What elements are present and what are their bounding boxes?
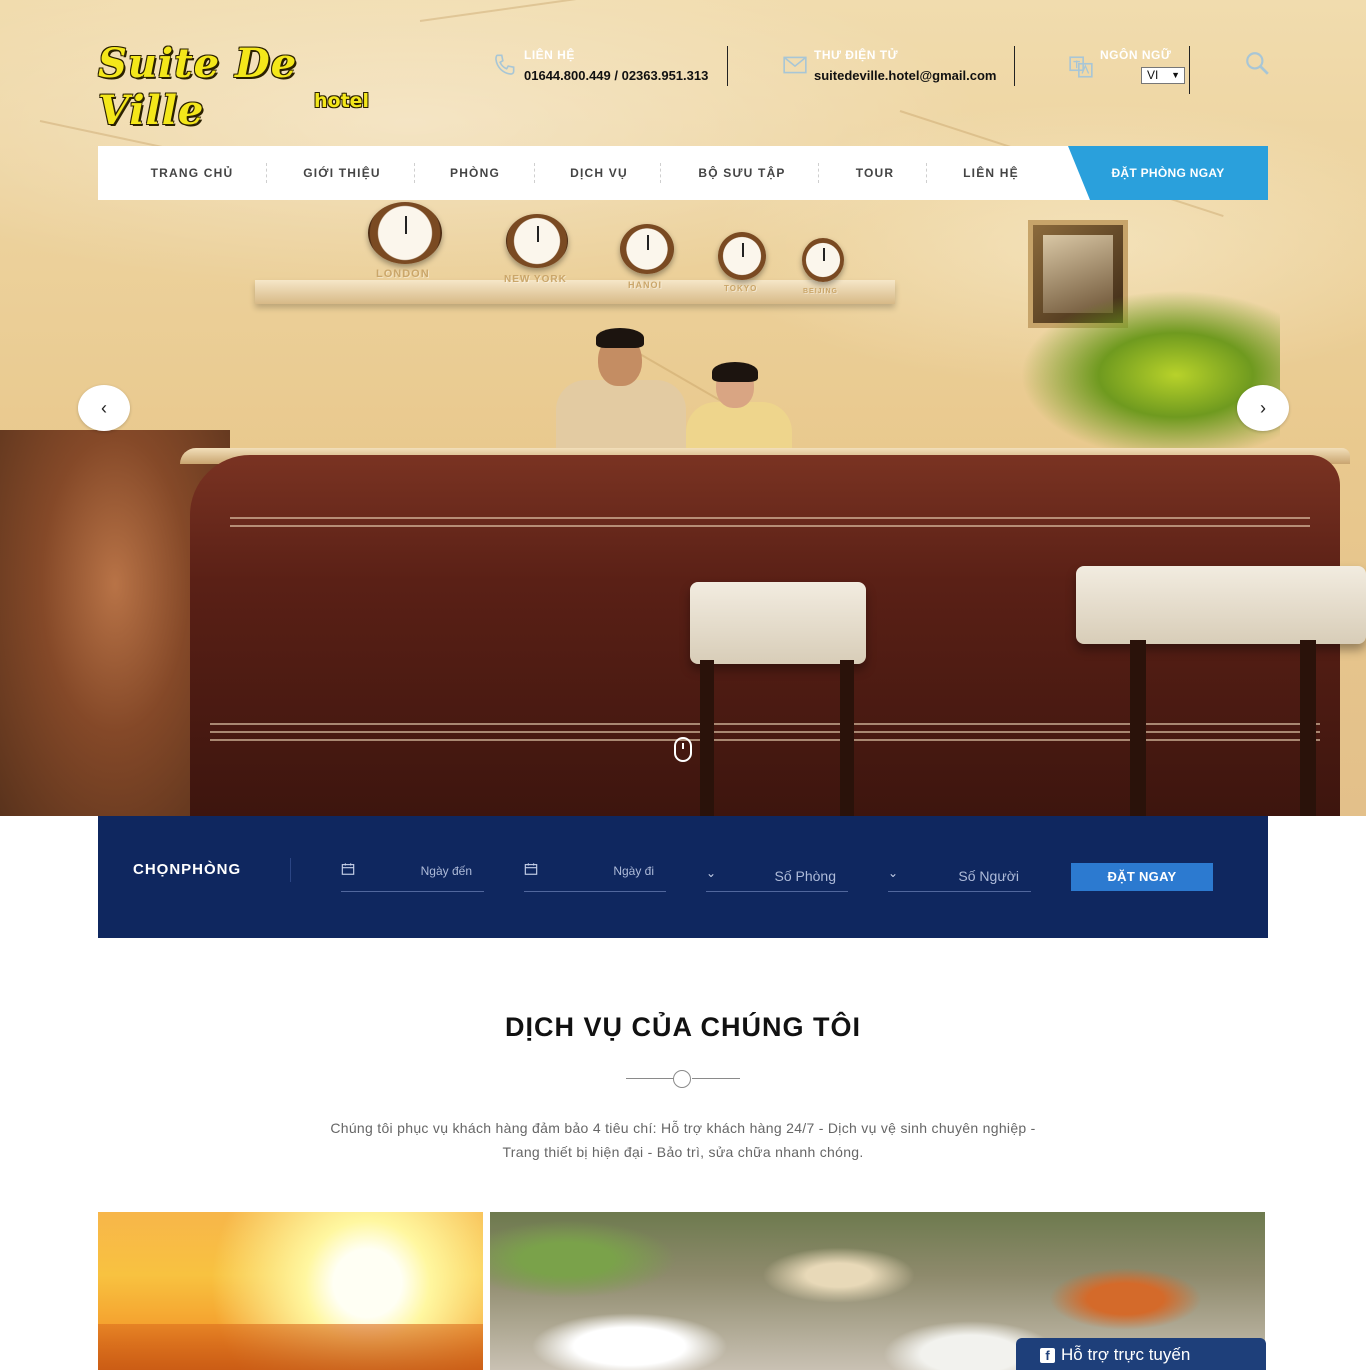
marble-texture: [419, 0, 678, 22]
nav-item-rooms[interactable]: PHÒNG: [430, 146, 520, 200]
nav-item-tour[interactable]: TOUR: [838, 146, 912, 200]
booking-divider: [290, 858, 291, 882]
services-description: Chúng tôi phục vụ khách hàng đảm bảo 4 t…: [330, 1120, 1036, 1160]
slider-prev-button[interactable]: ‹: [78, 385, 130, 431]
nav-item-home[interactable]: TRANG CHỦ: [138, 146, 246, 200]
logo-sub-text: hotel: [314, 90, 370, 112]
slider-next-button[interactable]: ›: [1237, 385, 1289, 431]
translate-icon: [1069, 56, 1093, 78]
title-divider: [626, 1070, 740, 1088]
clock-label-london: LONDON: [376, 268, 430, 280]
mail-icon: [783, 56, 807, 74]
header-language: NGÔN NGỮ VI ▼: [1068, 46, 1190, 94]
hero-section: Suite De Ville hotel LIÊN HỆ 01644.800.4…: [0, 0, 1366, 816]
logo[interactable]: Suite De Ville hotel: [98, 40, 378, 134]
book-submit-button[interactable]: ĐẶT NGAY: [1071, 863, 1213, 891]
chevron-down-icon: ⌄: [706, 866, 717, 880]
clock-icon: [718, 232, 766, 280]
flower-arrangement: [1020, 290, 1280, 460]
wall-shelf: [255, 280, 895, 304]
chevron-down-icon: ▼: [1171, 70, 1180, 80]
search-icon[interactable]: [1244, 50, 1270, 76]
language-selected: VI: [1147, 68, 1159, 82]
online-support-label: Hỗ trợ trực tuyến: [1061, 1345, 1191, 1364]
email-label: THƯ ĐIỆN TỬ: [814, 48, 899, 62]
facebook-icon: f: [1040, 1348, 1055, 1363]
guests-select[interactable]: ⌄ Số Người: [888, 860, 1031, 892]
nav-item-gallery[interactable]: BỘ SƯU TẬP: [682, 146, 802, 200]
scroll-mouse-icon[interactable]: [674, 737, 692, 762]
arrival-date-field[interactable]: Ngày đến: [341, 860, 484, 892]
arrival-date-placeholder: Ngày đến: [420, 864, 472, 878]
guests-placeholder: Số Người: [958, 868, 1019, 884]
book-now-button[interactable]: ĐẶT PHÒNG NGAY: [1068, 146, 1268, 200]
email-address[interactable]: suitedeville.hotel@gmail.com: [814, 68, 996, 83]
nav-item-about[interactable]: GIỚI THIỆU: [288, 146, 396, 200]
booking-bar: CHỌNPHÒNG Ngày đến Ngày đi ⌄ Số Phòng ⌄ …: [98, 816, 1268, 938]
header-contact: LIÊN HỆ 01644.800.449 / 02363.951.313: [492, 46, 728, 86]
calendar-icon: [341, 863, 355, 875]
main-nav: TRANG CHỦ GIỚI THIỆU PHÒNG DỊCH VỤ BỘ SƯ…: [98, 146, 1268, 200]
header-email: THƯ ĐIỆN TỬ suitedeville.hotel@gmail.com: [782, 46, 1015, 86]
bar-stool: [690, 582, 866, 664]
contact-label: LIÊN HỆ: [524, 48, 575, 62]
bar-stool: [1076, 566, 1366, 644]
logo-main-text: Suite De Ville: [98, 40, 298, 134]
language-label: NGÔN NGỮ: [1100, 48, 1172, 62]
hero-slide-image: LONDON NEW YORK HANOI TOKYO BEIJING: [0, 200, 1366, 816]
contact-phone[interactable]: 01644.800.449 / 02363.951.313: [524, 68, 708, 83]
clock-label-newyork: NEW YORK: [504, 274, 567, 285]
departure-date-field[interactable]: Ngày đi: [524, 860, 666, 892]
services-title: DỊCH VỤ CỦA CHÚNG TÔI: [505, 1012, 861, 1042]
online-support-button[interactable]: f Hỗ trợ trực tuyến: [1016, 1338, 1266, 1370]
language-select[interactable]: VI ▼: [1141, 67, 1185, 84]
nav-item-services[interactable]: DỊCH VỤ: [554, 146, 644, 200]
clock-icon: [620, 224, 674, 274]
clock-label-beijing: BEIJING: [803, 288, 839, 295]
clock-label-hanoi: HANOI: [628, 280, 662, 290]
chevron-down-icon: ⌄: [888, 866, 899, 880]
calendar-icon: [524, 863, 538, 875]
nav-item-contact[interactable]: LIÊN HỆ: [946, 146, 1036, 200]
rooms-select[interactable]: ⌄ Số Phòng: [706, 860, 848, 892]
phone-icon: [495, 54, 515, 75]
rooms-placeholder: Số Phòng: [774, 868, 837, 884]
clock-icon: [802, 238, 844, 282]
clock-label-tokyo: TOKYO: [724, 284, 758, 293]
booking-title: CHỌNPHÒNG: [133, 861, 242, 878]
clock-icon: [506, 214, 568, 268]
clock-icon: [368, 202, 442, 264]
departure-date-placeholder: Ngày đi: [613, 864, 654, 878]
service-card-sunset[interactable]: [98, 1212, 483, 1370]
